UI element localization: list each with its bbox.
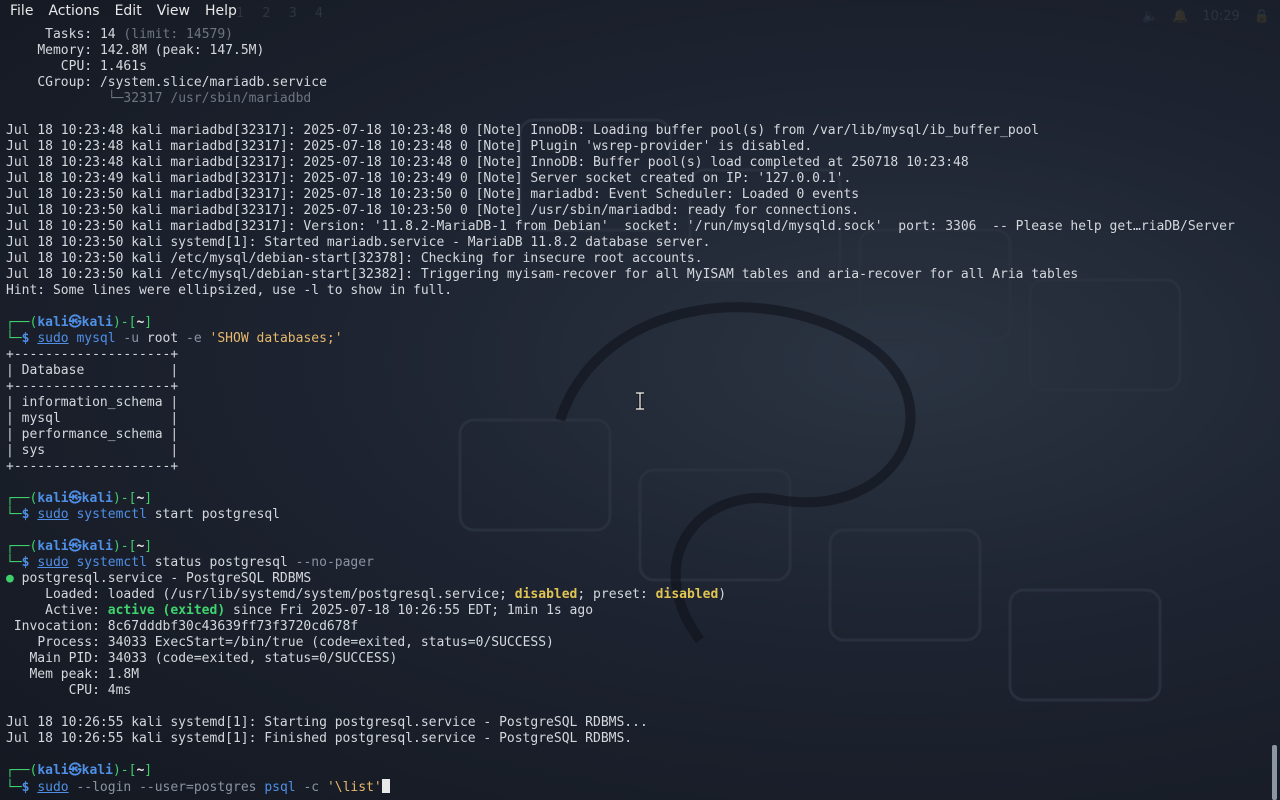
hint-line: Hint: Some lines were ellipsized, use -l… [6,283,453,298]
log-line: Jul 18 10:26:55 kali systemd[1]: Startin… [6,715,648,730]
table-row: | information_schema | [6,395,179,410]
status-cgroup: CGroup: /system.slice/mariadb.service [37,75,327,90]
terminal-scrollbar[interactable] [1272,745,1277,800]
pg-process-line: Process: 34033 ExecStart=/bin/true (code… [37,635,554,650]
prompt-header: ┌──(kali㉿kali)-[~] [6,491,153,506]
pg-active-line: Active: active (exited) since Fri 2025-0… [45,603,594,618]
command-line: └─$ sudo mysql -u root -e 'SHOW database… [6,331,343,346]
log-line: Jul 18 10:26:55 kali systemd[1]: Finishe… [6,731,633,746]
menu-view[interactable]: View [148,0,196,22]
menu-help[interactable]: Help [196,0,243,22]
menu-actions[interactable]: Actions [39,0,105,22]
log-line: Jul 18 10:23:48 kali mariadbd[32317]: 20… [6,139,813,154]
log-line: Jul 18 10:23:50 kali mariadbd[32317]: Ve… [6,219,1235,234]
status-cpu: CPU: 1.461s [60,59,147,74]
prompt-header: ┌──(kali㉿kali)-[~] [6,763,153,778]
pg-cpu-line: CPU: 4ms [68,683,132,698]
pg-mainpid-line: Main PID: 34033 (code=exited, status=0/S… [29,651,398,666]
table-border: +--------------------+ [6,347,179,362]
text-cursor [381,779,390,793]
status-memory: Memory: 142.8M (peak: 147.5M) [37,43,265,58]
table-border: +--------------------+ [6,379,179,394]
prompt-header: ┌──(kali㉿kali)-[~] [6,539,153,554]
pg-invocation-line: Invocation: 8c67dddbf30c43639ff73f3720cd… [13,619,359,634]
pg-loaded-line: Loaded: loaded (/usr/lib/systemd/system/… [45,587,727,602]
log-line: Jul 18 10:23:50 kali /etc/mysql/debian-s… [6,267,1079,282]
pg-mempeak-line: Mem peak: 1.8M [29,667,140,682]
log-line: Jul 18 10:23:50 kali /etc/mysql/debian-s… [6,251,703,266]
log-line: Jul 18 10:23:50 kali mariadbd[32317]: 20… [6,203,860,218]
pg-unit-line: ● postgresql.service - PostgreSQL RDBMS [6,571,312,586]
current-command-line[interactable]: └─$ sudo --login --user=postgres psql -c… [6,779,1260,795]
table-header: | Database | [6,363,179,378]
ibeam-cursor-icon [636,392,644,410]
log-line: Jul 18 10:23:49 kali mariadbd[32317]: 20… [6,171,852,186]
table-row: | sys | [6,443,179,458]
log-line: Jul 18 10:23:50 kali mariadbd[32317]: 20… [6,187,860,202]
log-line: Jul 18 10:23:50 kali systemd[1]: Started… [6,235,711,250]
command-line: └─$ sudo systemctl start postgresql [6,507,280,522]
menu-file[interactable]: File [0,0,39,22]
table-border: +--------------------+ [6,459,179,474]
terminal-output[interactable]: Tasks: 14 (limit: 14579) Memory: 142.8M … [6,27,1260,795]
table-row: | performance_schema | [6,427,179,442]
log-line: Jul 18 10:23:48 kali mariadbd[32317]: 20… [6,123,1040,138]
status-dot-icon: ● [6,571,14,586]
status-tasks: Tasks: 14 (limit: 14579) [45,27,233,42]
menu-edit[interactable]: Edit [106,0,148,22]
command-line: └─$ sudo systemctl status postgresql --n… [6,555,374,570]
status-cgroup-tree: └─32317 /usr/sbin/mariadbd [107,91,312,106]
log-line: Jul 18 10:23:48 kali mariadbd[32317]: 20… [6,155,969,170]
prompt-header: ┌──(kali㉿kali)-[~] [6,315,153,330]
terminal-menubar: File Actions Edit View Help [0,0,1280,22]
table-row: | mysql | [6,411,179,426]
